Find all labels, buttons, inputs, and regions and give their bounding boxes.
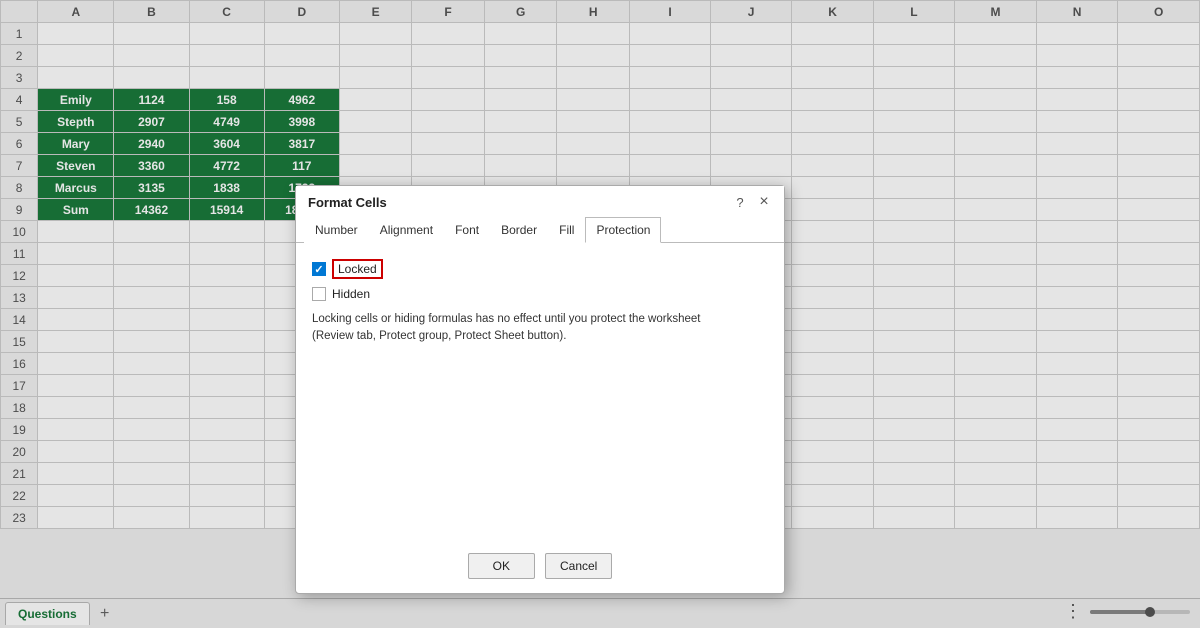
dialog-titlebar: Format Cells ? ×: [296, 186, 784, 214]
dialog-help-button[interactable]: ?: [732, 194, 748, 210]
hidden-label: Hidden: [332, 287, 370, 301]
tab-number[interactable]: Number: [304, 217, 369, 243]
tab-protection[interactable]: Protection: [585, 217, 661, 243]
dialog-content: Locked Hidden Locking cells or hiding fo…: [296, 243, 784, 543]
dialog-tabs: Number Alignment Font Border Fill Protec…: [296, 216, 784, 243]
dialog-title: Format Cells: [308, 195, 387, 210]
locked-checkbox-row: Locked: [312, 259, 768, 279]
dialog-footer: OK Cancel: [296, 543, 784, 593]
tab-fill[interactable]: Fill: [548, 217, 585, 243]
cancel-button[interactable]: Cancel: [545, 553, 612, 579]
protection-info-text: Locking cells or hiding formulas has no …: [312, 311, 712, 346]
tab-font[interactable]: Font: [444, 217, 490, 243]
ok-button[interactable]: OK: [468, 553, 535, 579]
format-cells-dialog: Format Cells ? × Number Alignment Font B…: [295, 185, 785, 594]
tab-border[interactable]: Border: [490, 217, 548, 243]
dialog-controls: ? ×: [732, 194, 772, 210]
locked-checkbox[interactable]: [312, 262, 326, 276]
dialog-close-button[interactable]: ×: [756, 194, 772, 210]
tab-alignment[interactable]: Alignment: [369, 217, 444, 243]
locked-label: Locked: [332, 259, 383, 279]
modal-overlay: Format Cells ? × Number Alignment Font B…: [0, 0, 1200, 628]
hidden-checkbox[interactable]: [312, 287, 326, 301]
hidden-checkbox-row: Hidden: [312, 287, 768, 301]
